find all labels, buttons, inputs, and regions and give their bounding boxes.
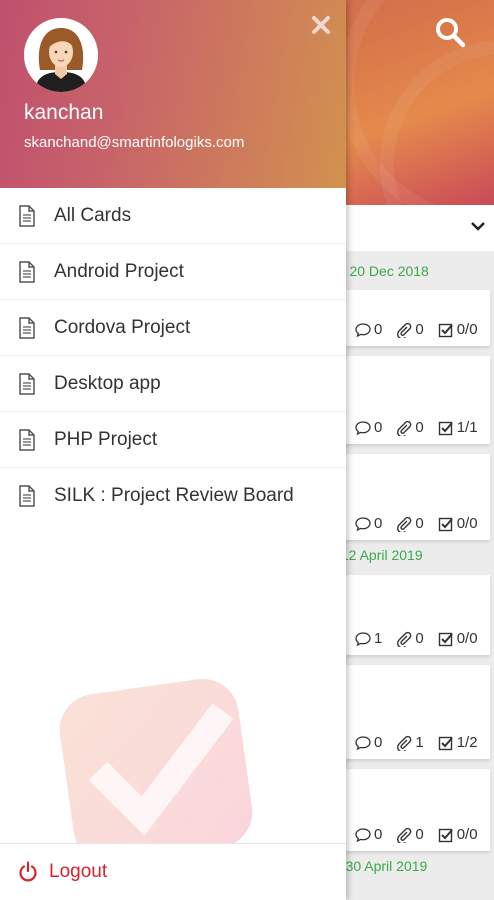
card[interactable]: 0 0 0/0 [330,769,490,851]
menu-item-php-project[interactable]: PHP Project [0,412,346,468]
comment-count: 0 [374,515,383,532]
checklist-icon [438,517,453,531]
menu-item-label: Android Project [54,260,184,282]
user-avatar-icon [24,18,98,92]
comment-count: 1 [374,630,383,647]
checklist-count: 0/0 [456,826,478,843]
power-icon [19,861,37,882]
checklist-count: 0/0 [456,630,478,647]
checklist-icon [438,828,453,842]
menu-item-label: All Cards [54,204,132,226]
document-icon [19,317,35,339]
logout-label: Logout [49,861,108,882]
user-email: skanchand@smartinfologiks.com [24,134,245,151]
menu-item-label: PHP Project [54,428,158,450]
card[interactable]: 1 0 0/0 [330,575,490,655]
checklist-count: 0/0 [456,515,478,532]
card[interactable]: 0 1 1/2 [330,665,490,759]
attachment-count: 0 [415,630,424,647]
navigation-drawer: kanchan skanchand@smartinfologiks.com Al… [0,0,346,900]
menu-item-all-cards[interactable]: All Cards [0,188,346,244]
attachment-count: 0 [415,419,424,436]
checklist-icon [438,323,453,337]
attachment-icon [397,631,412,647]
menu-item-cordova-project[interactable]: Cordova Project [0,300,346,356]
document-icon [19,261,35,283]
menu-item-silk-project-review-board[interactable]: SILK : Project Review Board [0,468,346,523]
comment-icon [355,631,371,646]
chevron-down-icon[interactable] [468,216,488,236]
card-stats: 0 0 1/1 [355,419,478,436]
document-icon [19,429,35,451]
card-stats: 1 0 0/0 [355,630,478,647]
comment-count: 0 [374,734,383,751]
comment-icon [355,827,371,842]
document-icon [19,373,35,395]
drawer-menu: All Cards Android Project Cordova Projec… [0,188,346,523]
comment-icon [355,322,371,337]
card-stats: 0 0 0/0 [355,826,478,843]
card-stats: 0 1 1/2 [355,734,478,751]
card-stats: 0 0 0/0 [355,321,478,338]
comment-count: 0 [374,826,383,843]
comment-count: 0 [374,321,383,338]
close-icon[interactable] [306,10,336,40]
menu-item-android-project[interactable]: Android Project [0,244,346,300]
attachment-icon [397,322,412,338]
comment-icon [355,735,371,750]
attachment-count: 0 [415,321,424,338]
attachment-icon [397,420,412,436]
card[interactable]: 0 0 0/0 [330,290,490,346]
logout-button[interactable]: Logout [0,843,346,900]
document-icon [19,205,35,227]
attachment-icon [397,827,412,843]
checklist-count: 0/0 [456,321,478,338]
menu-item-desktop-app[interactable]: Desktop app [0,356,346,412]
attachment-icon [397,516,412,532]
menu-item-label: Desktop app [54,372,161,394]
card[interactable]: 0 0 1/1 [330,356,490,444]
document-icon [19,485,35,507]
checklist-icon [438,421,453,435]
menu-item-label: SILK : Project Review Board [54,484,294,506]
attachment-count: 0 [415,826,424,843]
drawer-header: kanchan skanchand@smartinfologiks.com [0,0,346,188]
checklist-count: 1/1 [456,419,478,436]
card[interactable]: 0 0 0/0 [330,454,490,540]
checklist-count: 1/2 [456,734,478,751]
comment-count: 0 [374,419,383,436]
attachment-icon [397,735,412,751]
attachment-count: 0 [415,515,424,532]
comment-icon [355,516,371,531]
search-icon[interactable] [432,14,470,52]
avatar[interactable] [24,18,98,92]
checklist-icon [438,632,453,646]
checklist-icon [438,736,453,750]
card-stats: 0 0 0/0 [355,515,478,532]
user-name: kanchan [24,101,104,124]
menu-item-label: Cordova Project [54,316,191,338]
attachment-count: 1 [415,734,424,751]
app-logo-watermark-icon [58,676,258,864]
comment-icon [355,420,371,435]
